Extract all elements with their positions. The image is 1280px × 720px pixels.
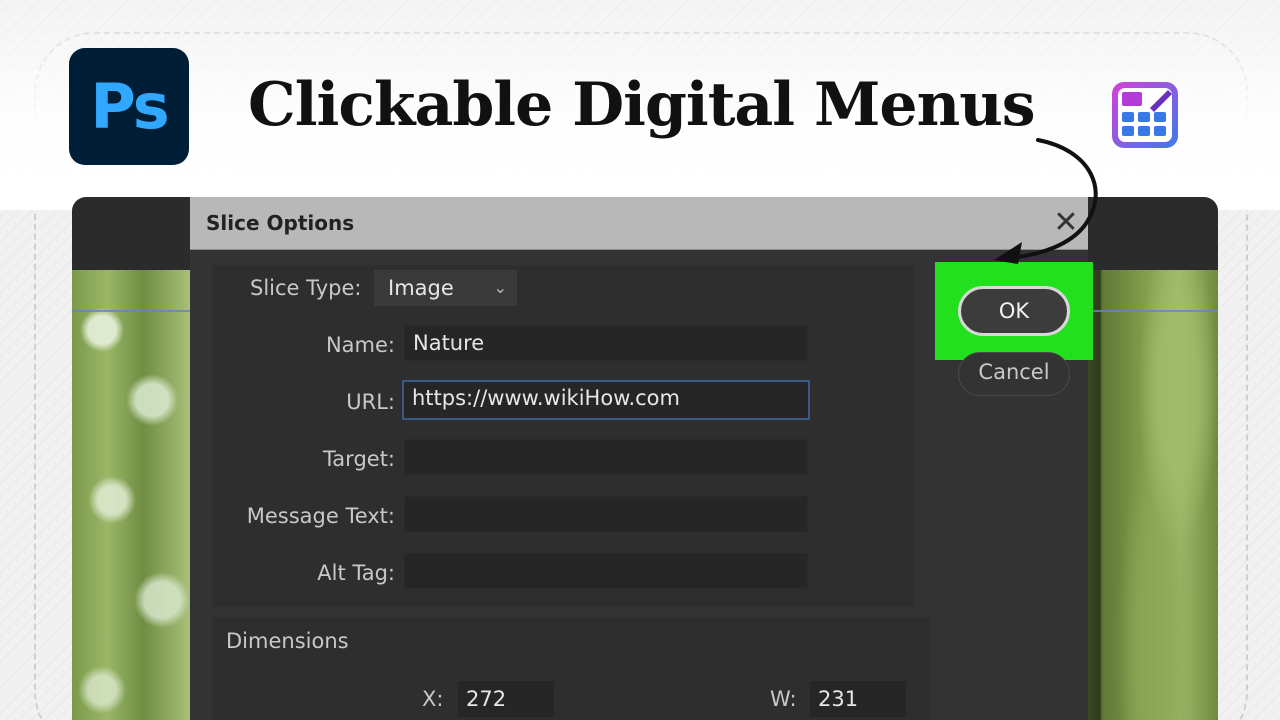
- nature-photo-right: [1088, 270, 1218, 720]
- page-title: Clickable Digital Menus: [248, 70, 1036, 140]
- target-label: Target:: [322, 447, 395, 471]
- nature-photo-left: [72, 270, 190, 720]
- ok-button[interactable]: OK: [958, 286, 1070, 336]
- name-field[interactable]: Nature: [404, 325, 808, 361]
- slice-type-select[interactable]: Image ⌄: [374, 270, 517, 306]
- chevron-down-icon: ⌄: [493, 278, 507, 297]
- alt-tag-field[interactable]: [404, 553, 808, 589]
- slice-guide-line: [1088, 310, 1218, 312]
- digital-menu-brand-icon: [1112, 82, 1178, 148]
- x-label: X:: [422, 687, 444, 711]
- url-field[interactable]: https://www.wikiHow.com: [402, 380, 810, 420]
- dialog-titlebar: Slice Options ✕: [190, 197, 1088, 250]
- url-label: URL:: [346, 390, 395, 414]
- alt-tag-label: Alt Tag:: [317, 561, 395, 585]
- photoshop-logo-icon: Ps: [69, 48, 189, 165]
- dialog-title: Slice Options: [206, 211, 355, 235]
- photoshop-logo-text: Ps: [90, 70, 169, 143]
- dimensions-title: Dimensions: [226, 629, 349, 653]
- w-label: W:: [770, 687, 797, 711]
- message-text-label: Message Text:: [246, 504, 395, 528]
- slice-type-label: Slice Type:: [250, 276, 362, 300]
- slice-guide-line: [72, 310, 190, 312]
- w-field[interactable]: 231: [810, 681, 906, 717]
- cancel-button[interactable]: Cancel: [958, 352, 1070, 396]
- curved-arrow-icon: [994, 138, 1098, 264]
- target-field[interactable]: [404, 439, 808, 475]
- x-field[interactable]: 272: [458, 681, 554, 717]
- message-text-field[interactable]: [404, 496, 808, 532]
- name-label: Name:: [325, 333, 395, 357]
- slice-type-value: Image: [388, 276, 454, 300]
